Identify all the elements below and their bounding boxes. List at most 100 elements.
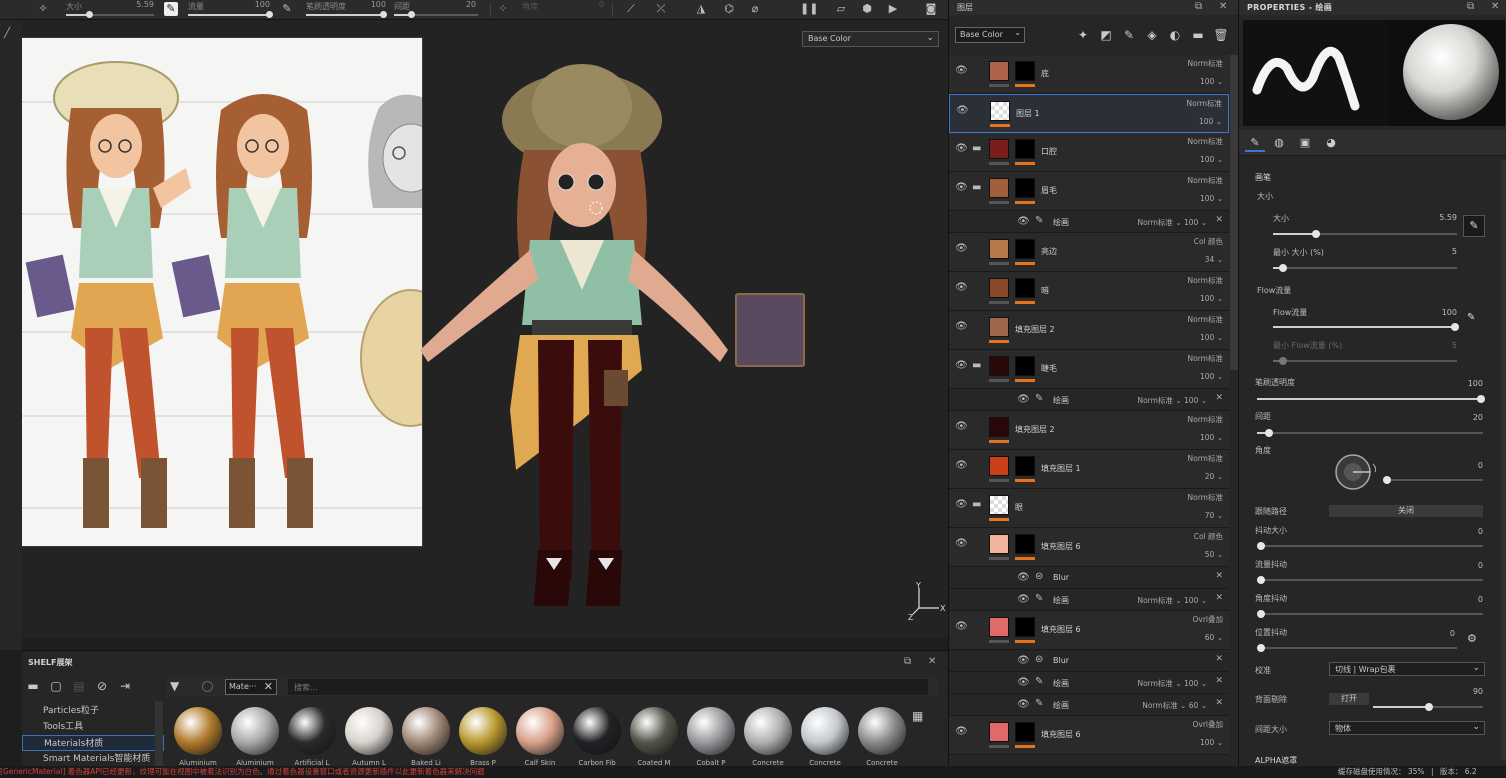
jitter-angle-slider[interactable] xyxy=(1257,610,1483,618)
properties-close-icon[interactable]: ✕ xyxy=(1491,1,1499,12)
eye-icon[interactable]: 👁 xyxy=(955,182,968,193)
layer-row[interactable]: 👁 ▬ 眉毛 Norm标准 100 ⌄ xyxy=(949,172,1229,211)
layer-mask-thumbnail[interactable] xyxy=(1015,722,1035,742)
eye-icon[interactable]: 👁 xyxy=(955,321,968,332)
layer-thumbnail[interactable] xyxy=(989,495,1009,515)
spacing-size-select[interactable]: 物体 ⌄ xyxy=(1329,721,1485,735)
add-paint-layer-icon[interactable]: ✎ xyxy=(1121,27,1137,43)
eye-icon[interactable]: 👁 xyxy=(955,243,968,254)
layer-thumbnail[interactable] xyxy=(989,239,1009,259)
layer-opacity[interactable]: 100 ⌄ xyxy=(1200,294,1223,303)
eye-icon[interactable]: 👁 xyxy=(1017,699,1030,710)
camera-mode-icon[interactable]: ▱ xyxy=(834,2,848,16)
angle-dial[interactable] xyxy=(1333,452,1379,492)
layer-opacity[interactable]: 70 ⌄ xyxy=(1205,511,1223,520)
filter-chip[interactable]: Mate··· ✕ xyxy=(225,679,277,695)
eye-icon[interactable]: 👁 xyxy=(1017,216,1030,227)
shelf-float-icon[interactable]: ⧉ xyxy=(904,656,911,667)
material-ball[interactable] xyxy=(744,707,792,755)
layer-blend-mode[interactable]: Norm标准 xyxy=(1188,58,1223,69)
layer-mask-thumbnail[interactable] xyxy=(1015,617,1035,637)
layers-scrollbar[interactable] xyxy=(1230,55,1238,370)
layer-row[interactable]: 👁 填充图层 6 Ovrl叠加 100 ⌄ xyxy=(949,716,1229,755)
spacing-slider[interactable] xyxy=(1257,429,1483,437)
layer-mask-thumbnail[interactable] xyxy=(1015,139,1035,159)
delete-layer-icon[interactable]: 🗑 xyxy=(1213,27,1229,43)
shelf-close-icon[interactable]: ✕ xyxy=(928,656,936,667)
brush-preset-icon[interactable]: ✧ xyxy=(36,2,50,16)
size-pressure-icon[interactable]: ✎ xyxy=(1463,215,1485,237)
material-ball[interactable] xyxy=(573,707,621,755)
properties-float-icon[interactable]: ⧉ xyxy=(1467,1,1474,12)
add-effect-icon[interactable]: ✦ xyxy=(1075,27,1091,43)
toolbar-size-slider[interactable] xyxy=(66,11,154,18)
size-slider[interactable] xyxy=(1273,230,1457,238)
min-size-slider[interactable] xyxy=(1273,264,1457,272)
backface-angle-slider[interactable] xyxy=(1373,703,1483,711)
screenshot-icon[interactable]: ◙ xyxy=(924,2,938,16)
layer-opacity[interactable]: 60 ⌄ xyxy=(1205,633,1223,642)
layer-row[interactable]: 👁 亮边 Col 颜色 34 ⌄ xyxy=(949,233,1229,272)
eye-icon[interactable]: 👁 xyxy=(955,282,968,293)
add-folder-icon[interactable]: ▬ xyxy=(1190,27,1206,43)
layer-opacity[interactable]: 50 ⌄ xyxy=(1205,550,1223,559)
symmetry-icon[interactable]: ◮ xyxy=(694,2,708,16)
folder-icon[interactable]: ▬ xyxy=(26,679,40,693)
eye-icon[interactable]: 👁 xyxy=(956,105,969,116)
layer-mask-thumbnail[interactable] xyxy=(1015,456,1035,476)
eye-icon[interactable]: 👁 xyxy=(955,460,968,471)
material-ball[interactable] xyxy=(687,707,735,755)
toolbar-spacing-slider[interactable] xyxy=(394,11,478,18)
material-ball[interactable] xyxy=(858,707,906,755)
jitter-flow-slider[interactable] xyxy=(1257,576,1483,584)
material-ball[interactable] xyxy=(288,707,336,755)
flow-pressure-icon[interactable]: ✎ xyxy=(1467,312,1475,323)
layer-blend-mode[interactable]: Ovrl叠加 xyxy=(1192,614,1223,625)
eye-icon[interactable]: 👁 xyxy=(955,726,968,737)
material-ball[interactable] xyxy=(516,707,564,755)
shelf-category-particles[interactable]: Particles粒子 xyxy=(22,703,164,719)
add-mask-icon[interactable]: ◩ xyxy=(1098,27,1114,43)
collapse-icon[interactable]: ╱ xyxy=(4,28,10,39)
shelf-category-tools[interactable]: Tools工具 xyxy=(22,719,164,735)
layer-row[interactable]: 👁 暗 Norm标准 100 ⌄ xyxy=(949,272,1229,311)
3d-viewport[interactable]: Base Color ⌄ Y X Z xyxy=(22,20,948,638)
layer-blend-mode[interactable]: Col 颜色 xyxy=(1194,236,1223,247)
layer-opacity[interactable]: 34 ⌄ xyxy=(1205,255,1223,264)
layer-thumbnail[interactable] xyxy=(989,139,1009,159)
alignment-select[interactable]: 切线 | Wrap包裹 ⌄ xyxy=(1329,662,1485,676)
layer-opacity[interactable]: 100 ⌄ xyxy=(1199,117,1222,126)
eye-icon[interactable]: 👁 xyxy=(1017,594,1030,605)
min-flow-slider[interactable] xyxy=(1273,357,1457,365)
eye-icon[interactable]: 👁 xyxy=(955,65,968,76)
layer-opacity[interactable]: 100 ⌄ xyxy=(1200,194,1223,203)
paint-effect-row[interactable]: 👁 ✎ 绘画 Norm标准 ⌄ 100 ⌄ ✕ xyxy=(949,211,1229,233)
layer-row[interactable]: 👁 填充图层 1 Norm标准 20 ⌄ xyxy=(949,450,1229,489)
folder-icon[interactable]: ▬ xyxy=(972,182,981,193)
opacity-slider[interactable] xyxy=(1257,395,1485,403)
toolbar-flow-slider[interactable] xyxy=(188,11,273,18)
shelf-category-smart-materials[interactable]: Smart Materials智能材质 xyxy=(22,751,164,767)
tab-brush-icon[interactable]: ✎ xyxy=(1245,134,1265,152)
layer-row[interactable]: 👁 填充图层 2 Norm标准 100 ⌄ xyxy=(949,411,1229,450)
effect-blend[interactable]: Norm标准 ⌄ 60 ⌄ xyxy=(1142,700,1207,711)
tab-material-icon[interactable]: ◕ xyxy=(1321,134,1341,152)
layer-blend-mode[interactable]: Norm标准 xyxy=(1188,175,1223,186)
hide-icon[interactable]: ⊘ xyxy=(95,679,109,693)
paint-effect-row[interactable]: 👁 ✎ 绘画 Norm标准 ⌄ 100 ⌄ ✕ xyxy=(949,589,1229,611)
close-icon[interactable]: ✕ xyxy=(1215,593,1223,603)
layer-opacity[interactable]: 100 ⌄ xyxy=(1200,372,1223,381)
material-ball[interactable] xyxy=(402,707,450,755)
layer-mask-thumbnail[interactable] xyxy=(1015,534,1035,554)
grid-view-icon[interactable]: ▦ xyxy=(912,709,923,723)
angle-slider[interactable] xyxy=(1383,476,1483,484)
jitter-size-slider[interactable] xyxy=(1257,542,1483,550)
folder-icon[interactable]: ▬ xyxy=(972,360,981,371)
material-ball[interactable] xyxy=(630,707,678,755)
no-symmetry-icon[interactable]: ⤫ xyxy=(654,2,668,16)
layer-thumbnail[interactable] xyxy=(989,278,1009,298)
blur-effect-row[interactable]: 👁 ⊜ Blur ✕ xyxy=(949,650,1229,672)
layer-row[interactable]: 👁 图层 1 Norm标准 100 ⌄ xyxy=(949,94,1229,133)
flow-slider[interactable] xyxy=(1273,323,1459,331)
material-ball[interactable] xyxy=(231,707,279,755)
